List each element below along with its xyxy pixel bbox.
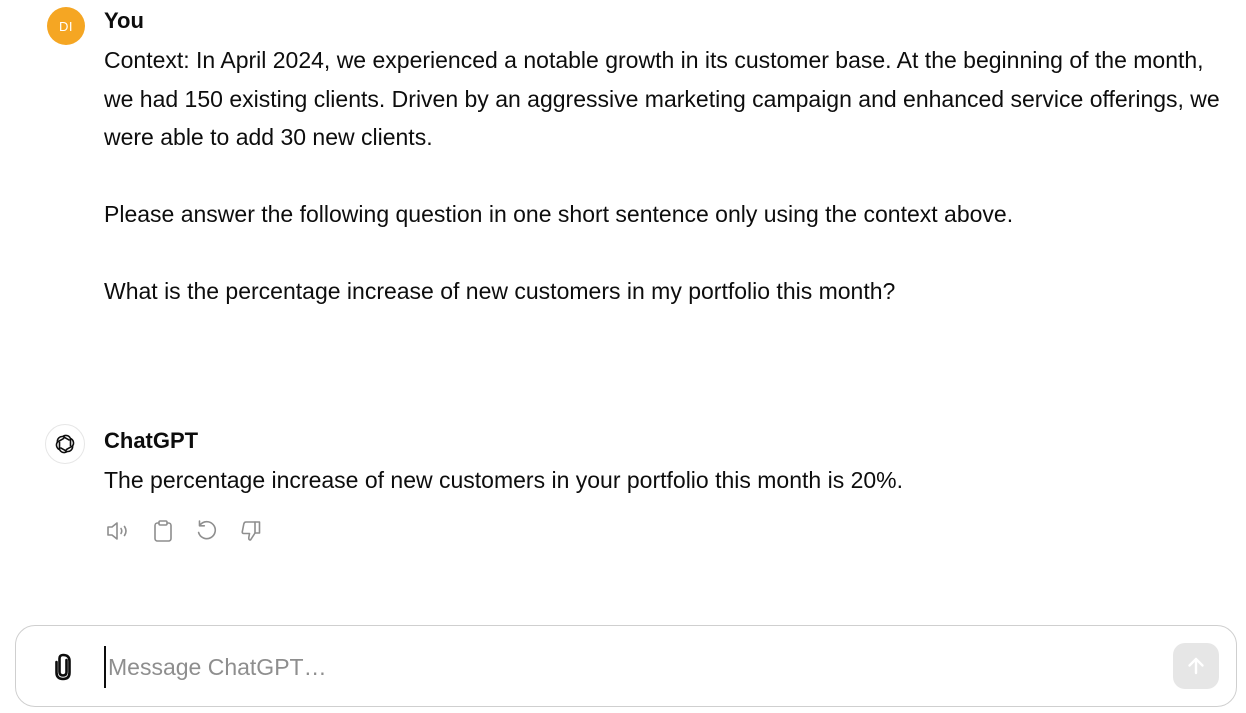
chat-page: DI You Context: In April 2024, we experi… (0, 0, 1246, 713)
user-message-text: Context: In April 2024, we experienced a… (104, 41, 1224, 311)
message-paragraph: Please answer the following question in … (104, 201, 1014, 227)
read-aloud-icon[interactable] (104, 516, 134, 546)
send-button[interactable] (1173, 643, 1219, 689)
assistant-author-name: ChatGPT (104, 428, 199, 453)
message-paragraph: What is the percentage increase of new c… (104, 278, 896, 304)
copy-icon[interactable] (148, 516, 178, 546)
message-actions (104, 516, 266, 546)
message-composer (15, 625, 1237, 707)
regenerate-icon[interactable] (192, 516, 222, 546)
message-input[interactable] (104, 646, 1158, 688)
openai-logo-icon (45, 424, 85, 464)
arrow-up-icon (1188, 657, 1204, 675)
thumbs-down-icon[interactable] (236, 516, 266, 546)
user-avatar-initials: DI (59, 18, 73, 34)
user-avatar: DI (47, 7, 85, 45)
message-paragraph: The percentage increase of new customers… (104, 467, 904, 493)
assistant-message-text: The percentage increase of new customers… (104, 461, 1224, 500)
user-author-name: You (104, 8, 144, 33)
paperclip-icon[interactable] (46, 650, 80, 684)
message-paragraph: Context: In April 2024, we experienced a… (104, 47, 1220, 150)
